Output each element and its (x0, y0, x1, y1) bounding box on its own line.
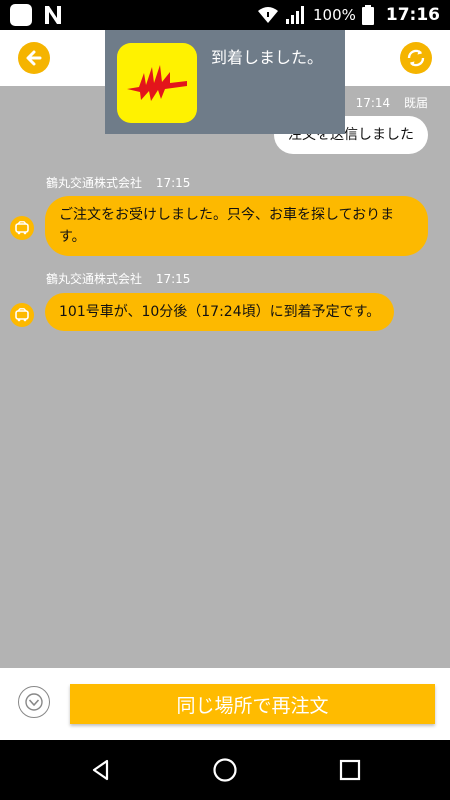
recents-square-icon (339, 759, 361, 781)
notification-text: 到着しました。 (211, 48, 324, 67)
bottom-action-bar: 同じ場所で再注文 (0, 668, 450, 740)
status-time: 17:16 (385, 5, 440, 25)
chevron-down-circle-icon (25, 693, 43, 711)
n-app-icon (45, 6, 61, 24)
incoming-message-meta: 鶴丸交通株式会社 17:15 (46, 174, 190, 191)
taxi-icon (15, 308, 29, 322)
sender-name: 鶴丸交通株式会社 (46, 176, 143, 190)
message-time: 17:15 (155, 176, 191, 190)
taxi-avatar (10, 216, 34, 240)
incoming-message-meta: 鶴丸交通株式会社 17:15 (46, 270, 190, 287)
reorder-button[interactable]: 同じ場所で再注文 (70, 684, 435, 724)
signal-icon (285, 6, 304, 24)
taxi-icon (15, 221, 29, 235)
brand-logo-mark (127, 65, 187, 101)
read-status: 既届 (403, 96, 428, 110)
arrow-left-icon (26, 50, 42, 66)
system-nav-bar (0, 740, 450, 800)
status-bar: 100% 17:16 (0, 0, 450, 30)
refresh-icon (407, 49, 425, 67)
brand-logo-icon (117, 43, 197, 123)
message-time: 17:14 (355, 96, 391, 110)
status-left (10, 4, 64, 26)
sender-name: 鶴丸交通株式会社 (46, 272, 143, 286)
reorder-label: 同じ場所で再注文 (176, 694, 329, 717)
home-circle-icon (213, 758, 237, 782)
incoming-message-bubble: ご注文をお受けしました。只今、お車を探しております。 (45, 196, 428, 256)
message-text: ご注文をお受けしました。只今、お車を探しております。 (59, 207, 395, 245)
back-triangle-icon (92, 759, 109, 781)
nav-recents-button[interactable] (336, 756, 364, 784)
battery-icon (361, 5, 374, 25)
status-right: 100% 17:16 (257, 0, 440, 30)
battery-percentage: 100% (312, 6, 356, 24)
message-time: 17:15 (155, 272, 191, 286)
nav-home-button[interactable] (211, 756, 239, 784)
message-text: 101号車が、10分後（17:24頃）に到着予定です。 (59, 304, 381, 320)
taxi-avatar (10, 303, 34, 327)
back-button[interactable] (18, 42, 50, 74)
app-square-icon (10, 4, 32, 26)
collapse-button[interactable] (18, 686, 50, 718)
chat-area[interactable]: 17:14 既届 注文を送信しました 鶴丸交通株式会社 17:15 ご注文をお受… (0, 86, 450, 668)
refresh-button[interactable] (400, 42, 432, 74)
outgoing-message-meta: 17:14 既届 (356, 94, 428, 111)
arrival-notification[interactable]: 到着しました。 (105, 30, 345, 134)
wifi-icon (257, 7, 278, 23)
incoming-message-bubble: 101号車が、10分後（17:24頃）に到着予定です。 (45, 293, 395, 331)
nav-back-button[interactable] (87, 756, 115, 784)
